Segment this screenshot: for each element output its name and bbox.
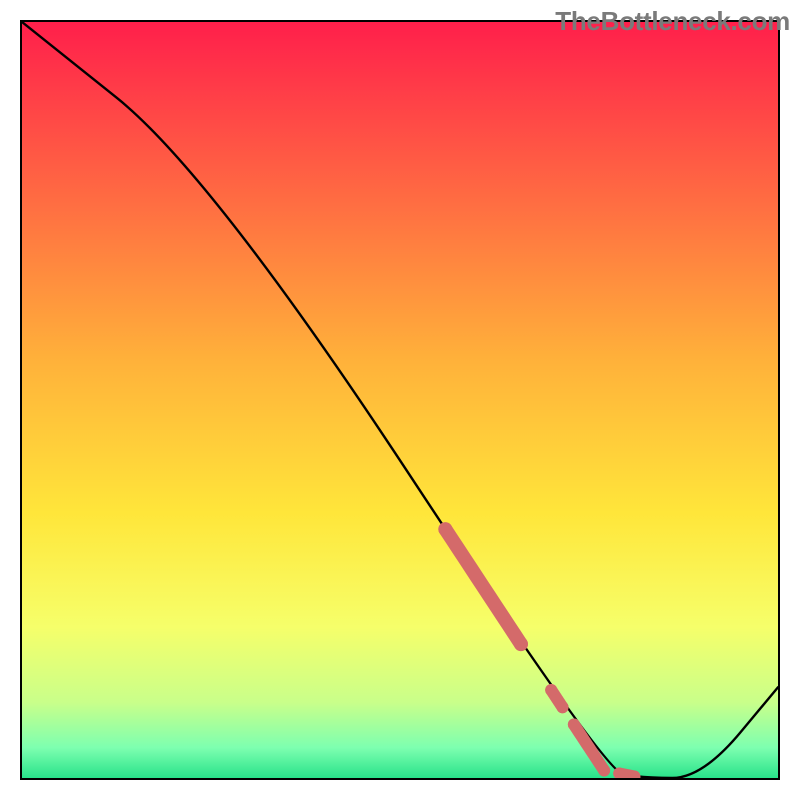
plot-area <box>20 20 780 780</box>
bottleneck-curve <box>22 22 778 778</box>
highlight-dot <box>545 684 557 696</box>
chart-svg <box>22 22 778 778</box>
highlight-dot <box>438 522 452 536</box>
highlight-segment <box>445 529 521 644</box>
highlight-dot <box>598 764 610 776</box>
chart-frame: TheBottleneck.com <box>0 0 800 800</box>
highlight-segment <box>574 724 604 770</box>
watermark-text: TheBottleneck.com <box>555 6 790 37</box>
highlight-dot <box>557 701 569 713</box>
highlight-dot <box>568 718 580 730</box>
highlight-dot <box>514 637 528 651</box>
